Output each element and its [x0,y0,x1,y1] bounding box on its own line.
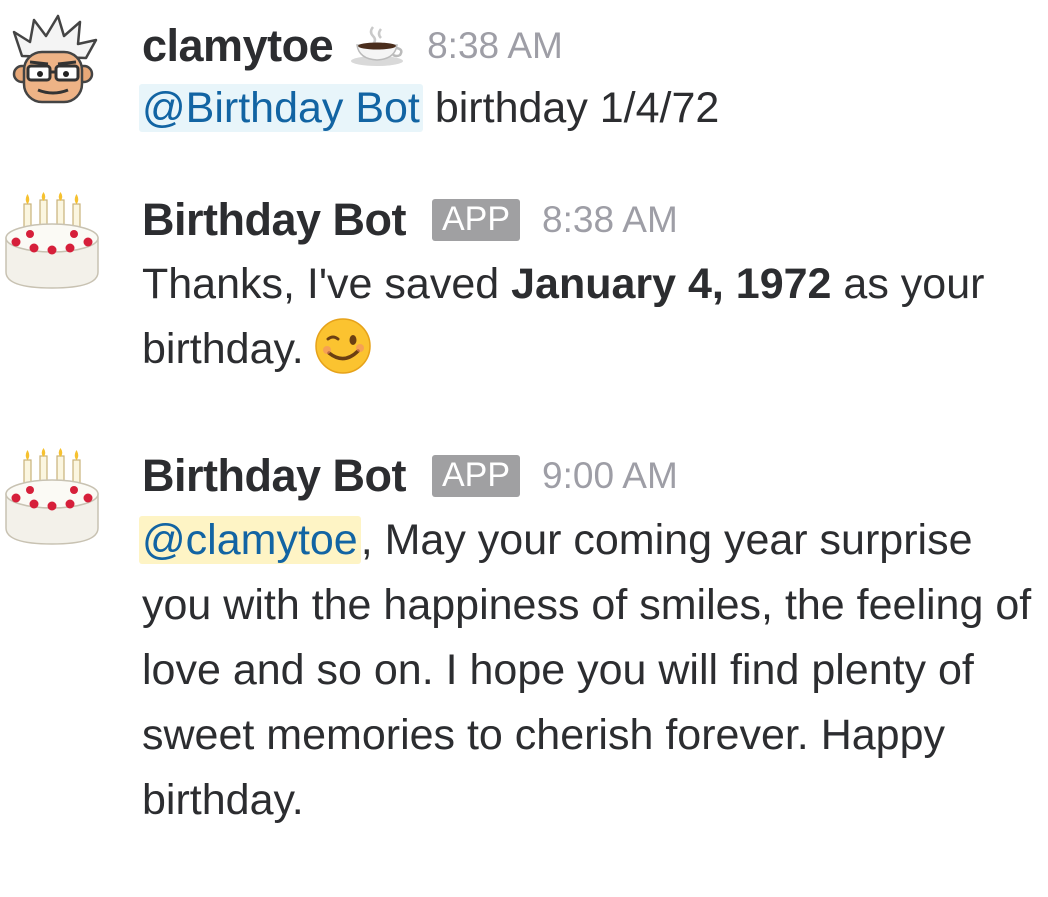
message-body-start: Thanks, I've saved [142,260,512,308]
app-badge: APP [432,199,521,241]
message-content: clamytoe 8:38 AM @Birthday Bot birthday … [139,18,1034,141]
message-header: Birthday Bot APP 9:00 AM [142,448,1034,504]
timestamp[interactable]: 9:00 AM [542,455,678,497]
mention-link[interactable]: @clamytoe [139,516,361,564]
username[interactable]: clamytoe [142,20,334,72]
app-badge: APP [432,455,521,497]
winking-face-icon [314,318,371,374]
birthday-cake-icon[interactable] [0,448,104,552]
message-body: birthday 1/4/72 [422,84,720,132]
message-text: @Birthday Bot birthday 1/4/72 [139,76,1034,141]
username[interactable]: Birthday Bot [142,194,407,246]
username[interactable]: Birthday Bot [142,450,407,502]
saved-date: January 4, 1972 [511,260,832,308]
mention-link[interactable]: @Birthday Bot [139,84,423,132]
message-header: clamytoe 8:38 AM [142,18,1034,74]
birthday-cake-icon[interactable] [0,192,104,296]
user-avatar-icon[interactable] [0,12,104,116]
timestamp[interactable]: 8:38 AM [427,25,563,67]
message-text: Thanks, I've saved January 4, 1972 as yo… [142,252,1034,382]
message-content: Birthday Bot APP 8:38 AM Thanks, I've sa… [142,192,1034,382]
message-content: Birthday Bot APP 9:00 AM @clamytoe, May … [139,448,1034,833]
timestamp[interactable]: 8:38 AM [542,199,678,241]
message-header: Birthday Bot APP 8:38 AM [142,192,1034,248]
message-text: @clamytoe, May your coming year surprise… [139,508,1034,833]
coffee-icon [351,26,404,66]
